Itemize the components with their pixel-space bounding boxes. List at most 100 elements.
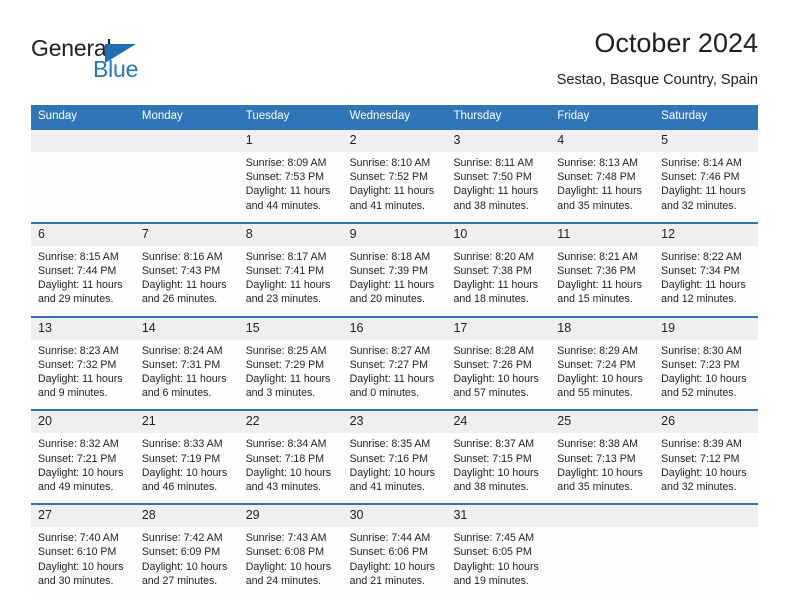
day-cell[interactable]: [31, 152, 135, 222]
day-cell[interactable]: Sunrise: 8:22 AM Sunset: 7:34 PM Dayligh…: [654, 246, 758, 316]
daylight-text-line1: Daylight: 10 hours: [661, 466, 747, 479]
day-cell[interactable]: Sunrise: 8:25 AM Sunset: 7:29 PM Dayligh…: [239, 340, 343, 410]
day-number: [654, 505, 758, 527]
day-number: 5: [661, 133, 669, 147]
daylight-text-line2: and 55 minutes.: [557, 387, 633, 400]
day-cell[interactable]: [654, 527, 758, 597]
day-number: 26: [661, 414, 676, 429]
day-cell[interactable]: Sunrise: 8:21 AM Sunset: 7:36 PM Dayligh…: [550, 246, 654, 316]
day-cell[interactable]: [550, 527, 654, 597]
day-cell[interactable]: Sunrise: 8:15 AM Sunset: 7:44 PM Dayligh…: [31, 246, 135, 316]
day-cell[interactable]: Sunrise: 7:42 AM Sunset: 6:09 PM Dayligh…: [135, 527, 239, 597]
day-cell[interactable]: Sunrise: 8:09 AM Sunset: 7:53 PM Dayligh…: [239, 152, 343, 222]
day-cell[interactable]: Sunrise: 8:35 AM Sunset: 7:16 PM Dayligh…: [343, 433, 447, 503]
day-cell[interactable]: Sunrise: 8:37 AM Sunset: 7:15 PM Dayligh…: [446, 433, 550, 503]
sunset-text: Sunset: 7:53 PM: [245, 171, 325, 184]
daylight-text-line2: and 32 minutes.: [661, 199, 737, 212]
sunset-text: Sunset: 7:19 PM: [141, 452, 221, 465]
daylight-text-line2: and 23 minutes.: [245, 293, 322, 306]
day-cell[interactable]: Sunrise: 8:17 AM Sunset: 7:41 PM Dayligh…: [239, 246, 343, 316]
daylight-text-line2: and 15 minutes.: [557, 293, 633, 306]
daylight-text-line2: and 26 minutes.: [141, 293, 218, 306]
sunset-text: Sunset: 7:41 PM: [245, 265, 325, 278]
calendar-page: General Blue October 2024 Sestao, Basque…: [0, 0, 792, 612]
day-number: 21: [141, 414, 156, 429]
daylight-text-line1: Daylight: 11 hours: [661, 185, 746, 198]
day-cell[interactable]: Sunrise: 8:20 AM Sunset: 7:38 PM Dayligh…: [446, 246, 550, 316]
day-cell[interactable]: Sunrise: 8:39 AM Sunset: 7:12 PM Dayligh…: [654, 433, 758, 503]
day-number: 8: [245, 226, 253, 241]
sunset-text: Sunset: 6:10 PM: [38, 546, 117, 559]
sunset-text: Sunset: 7:46 PM: [661, 171, 740, 184]
daylight-text-line2: and 38 minutes.: [453, 481, 529, 494]
calendar-week-row: 27 28 29 30 31 Sunrise: 7:40 AM Sunset: …: [31, 503, 758, 598]
day-number: 31: [453, 508, 468, 523]
day-cell[interactable]: Sunrise: 8:34 AM Sunset: 7:18 PM Dayligh…: [239, 433, 343, 503]
daylight-text-line2: and 32 minutes.: [661, 481, 737, 494]
sunrise-text: Sunrise: 8:17 AM: [245, 250, 327, 263]
day-number: [550, 505, 654, 527]
day-cell[interactable]: Sunrise: 8:16 AM Sunset: 7:43 PM Dayligh…: [135, 246, 239, 316]
day-cell[interactable]: Sunrise: 8:38 AM Sunset: 7:13 PM Dayligh…: [550, 433, 654, 503]
page-title: October 2024: [594, 28, 758, 58]
day-cell[interactable]: Sunrise: 8:24 AM Sunset: 7:31 PM Dayligh…: [135, 340, 239, 410]
day-cell[interactable]: [135, 152, 239, 222]
sunset-text: Sunset: 7:38 PM: [453, 265, 532, 278]
daylight-text-line1: Daylight: 11 hours: [38, 279, 123, 292]
sunset-text: Sunset: 7:50 PM: [453, 171, 532, 184]
sunset-text: Sunset: 7:23 PM: [661, 358, 740, 371]
sunrise-text: Sunrise: 8:29 AM: [557, 344, 638, 357]
calendar-week-row: 1 2 3 4 5 Sunrise: 8:09 AM Sunset: 7:53 …: [31, 128, 758, 222]
daylight-text-line2: and 18 minutes.: [453, 293, 529, 306]
daylight-text-line2: and 27 minutes.: [141, 574, 218, 587]
page-subtitle: Sestao, Basque Country, Spain: [556, 72, 758, 88]
day-cell[interactable]: Sunrise: 8:33 AM Sunset: 7:19 PM Dayligh…: [135, 433, 239, 503]
week-date-band: 27 28 29 30 31: [31, 505, 758, 528]
day-number: 17: [453, 320, 468, 335]
weekday-header-monday: Monday: [141, 110, 183, 122]
sunrise-text: Sunrise: 8:24 AM: [141, 344, 223, 357]
daylight-text-line1: Daylight: 10 hours: [245, 466, 332, 479]
daylight-text-line2: and 38 minutes.: [453, 199, 529, 212]
day-number: 22: [245, 414, 260, 429]
sunset-text: Sunset: 7:36 PM: [557, 265, 636, 278]
daylight-text-line1: Daylight: 11 hours: [349, 373, 435, 386]
day-cell[interactable]: Sunrise: 8:14 AM Sunset: 7:46 PM Dayligh…: [654, 152, 758, 222]
day-cell[interactable]: Sunrise: 8:13 AM Sunset: 7:48 PM Dayligh…: [550, 152, 654, 222]
sunset-text: Sunset: 7:15 PM: [453, 452, 532, 465]
day-number: 7: [141, 226, 149, 241]
sunrise-text: Sunrise: 8:25 AM: [245, 344, 327, 357]
general-blue-logo[interactable]: General Blue: [31, 35, 231, 91]
day-number: 1: [245, 133, 253, 147]
day-cell[interactable]: Sunrise: 8:23 AM Sunset: 7:32 PM Dayligh…: [31, 340, 135, 410]
day-cell[interactable]: Sunrise: 8:10 AM Sunset: 7:52 PM Dayligh…: [343, 152, 447, 222]
day-number: 30: [349, 508, 364, 523]
sunset-text: Sunset: 7:31 PM: [141, 358, 221, 371]
daylight-text-line2: and 30 minutes.: [38, 574, 114, 587]
daylight-text-line1: Daylight: 11 hours: [245, 185, 331, 198]
sunrise-text: Sunrise: 8:39 AM: [661, 438, 742, 451]
day-number: 24: [453, 414, 468, 429]
sunset-text: Sunset: 7:43 PM: [141, 265, 221, 278]
daylight-text-line1: Daylight: 11 hours: [557, 185, 642, 198]
day-cell[interactable]: Sunrise: 7:44 AM Sunset: 6:06 PM Dayligh…: [343, 527, 447, 597]
sunrise-text: Sunrise: 8:14 AM: [661, 157, 742, 169]
day-cell[interactable]: Sunrise: 8:30 AM Sunset: 7:23 PM Dayligh…: [654, 340, 758, 410]
sunset-text: Sunset: 7:24 PM: [557, 358, 636, 371]
sunset-text: Sunset: 7:39 PM: [349, 265, 428, 278]
sunrise-text: Sunrise: 8:20 AM: [453, 250, 535, 263]
day-cell[interactable]: Sunrise: 8:32 AM Sunset: 7:21 PM Dayligh…: [31, 433, 135, 503]
day-cell[interactable]: Sunrise: 7:45 AM Sunset: 6:05 PM Dayligh…: [446, 527, 550, 597]
sunset-text: Sunset: 7:34 PM: [661, 265, 740, 278]
daylight-text-line1: Daylight: 10 hours: [661, 373, 747, 386]
day-cell[interactable]: Sunrise: 8:29 AM Sunset: 7:24 PM Dayligh…: [550, 340, 654, 410]
day-cell[interactable]: Sunrise: 8:28 AM Sunset: 7:26 PM Dayligh…: [446, 340, 550, 410]
day-cell[interactable]: Sunrise: 8:11 AM Sunset: 7:50 PM Dayligh…: [446, 152, 550, 222]
day-cell[interactable]: Sunrise: 7:43 AM Sunset: 6:08 PM Dayligh…: [239, 527, 343, 597]
day-cell[interactable]: Sunrise: 7:40 AM Sunset: 6:10 PM Dayligh…: [31, 527, 135, 597]
day-number: [31, 130, 135, 152]
daylight-text-line1: Daylight: 11 hours: [38, 373, 123, 386]
day-cell[interactable]: Sunrise: 8:18 AM Sunset: 7:39 PM Dayligh…: [343, 246, 447, 316]
day-cell[interactable]: Sunrise: 8:27 AM Sunset: 7:27 PM Dayligh…: [343, 340, 447, 410]
sunrise-text: Sunrise: 8:16 AM: [141, 250, 223, 263]
